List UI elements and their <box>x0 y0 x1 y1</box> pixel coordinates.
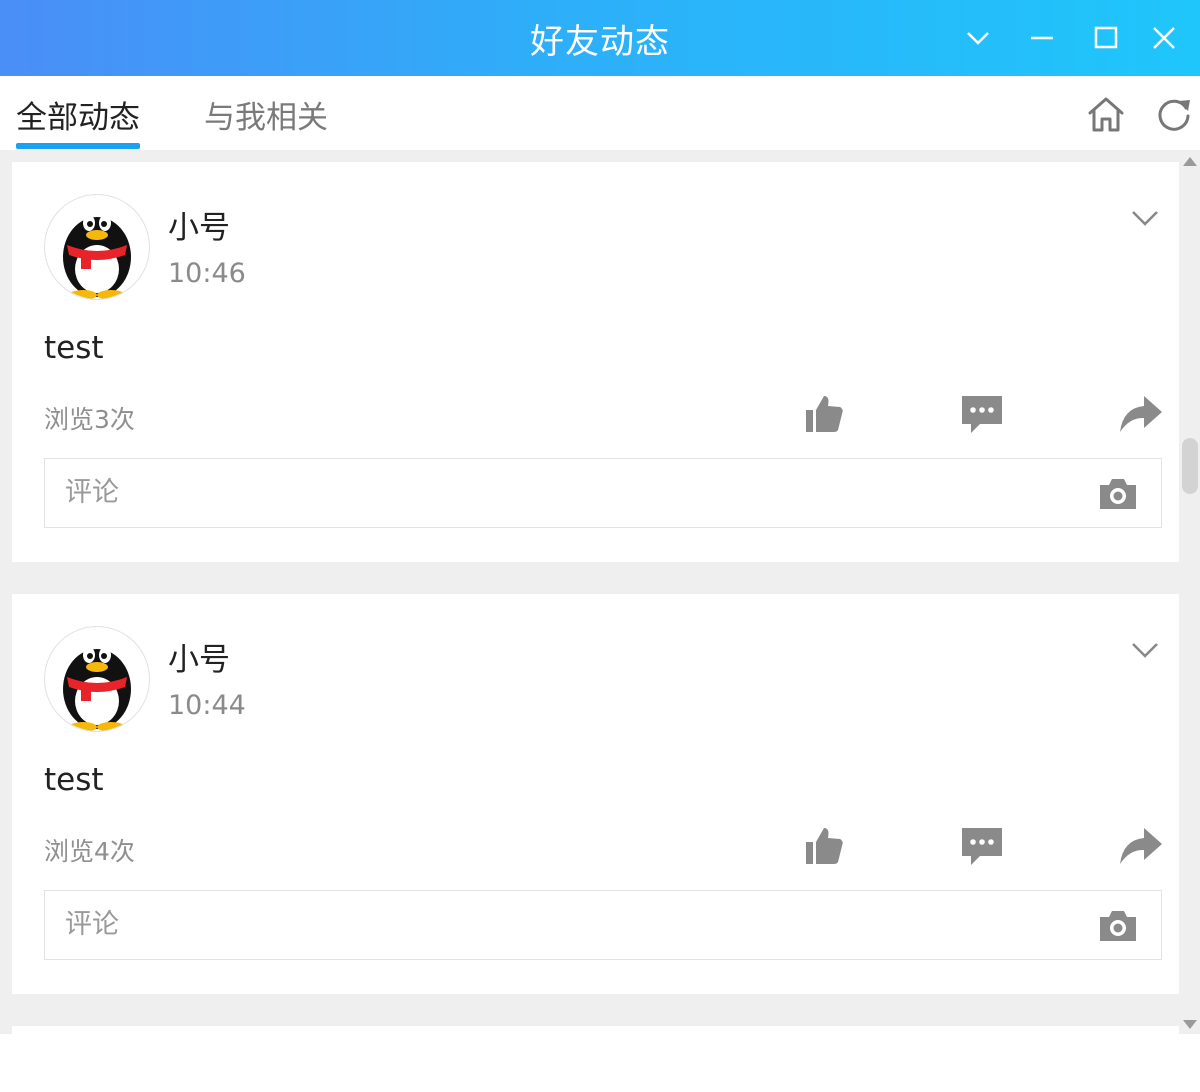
post-menu-button[interactable] <box>1125 630 1165 670</box>
tab-related-to-me[interactable]: 与我相关 <box>204 92 328 147</box>
comment-icon <box>962 396 1002 433</box>
post-content: test <box>44 330 104 366</box>
scroll-up-arrow[interactable] <box>1182 152 1198 166</box>
penguin-avatar-icon <box>63 215 131 299</box>
scrollbar[interactable] <box>1180 150 1200 1040</box>
minimize-icon <box>1031 36 1053 40</box>
camera-icon <box>1100 479 1136 509</box>
post-time: 10:44 <box>168 690 246 721</box>
title-bar: 好友动态 <box>0 0 1200 76</box>
photo-button[interactable] <box>1097 473 1139 515</box>
penguin-avatar-icon <box>63 647 131 731</box>
share-icon <box>1120 828 1162 864</box>
view-count: 浏览4次 <box>44 837 135 866</box>
comment-button[interactable] <box>958 390 1006 438</box>
comment-input[interactable] <box>45 459 1105 525</box>
refresh-button[interactable] <box>1152 92 1196 136</box>
home-icon <box>1088 97 1124 132</box>
dropdown-button[interactable] <box>956 16 1000 60</box>
comment-box <box>44 890 1162 960</box>
triangle-down-icon <box>1183 1020 1197 1029</box>
like-button[interactable] <box>800 822 848 870</box>
like-icon <box>806 828 843 864</box>
tab-all-updates[interactable]: 全部动态 <box>16 92 140 149</box>
comment-input[interactable] <box>45 891 1105 957</box>
post-username[interactable]: 小号 <box>168 202 230 247</box>
comment-button[interactable] <box>958 822 1006 870</box>
home-button[interactable] <box>1084 92 1128 136</box>
close-button[interactable] <box>1142 16 1186 60</box>
post-card: 小号 10:46 test 浏览3次 <box>12 162 1179 562</box>
refresh-icon <box>1158 99 1190 131</box>
tab-bar: 全部动态 与我相关 <box>0 76 1200 150</box>
like-button[interactable] <box>800 390 848 438</box>
like-icon <box>806 396 843 432</box>
maximize-button[interactable] <box>1084 16 1128 60</box>
photo-button[interactable] <box>1097 905 1139 947</box>
comment-box <box>44 458 1162 528</box>
avatar[interactable] <box>44 626 150 732</box>
post-content: test <box>44 762 104 798</box>
maximize-icon <box>1094 26 1118 49</box>
avatar[interactable] <box>44 194 150 300</box>
minimize-button[interactable] <box>1020 16 1064 60</box>
share-icon <box>1120 396 1162 432</box>
share-button[interactable] <box>1116 390 1164 438</box>
post-username[interactable]: 小号 <box>168 634 230 679</box>
comment-icon <box>962 828 1002 865</box>
scrollbar-thumb[interactable] <box>1182 438 1198 494</box>
post-card: 小号 10:44 test 浏览4次 <box>12 594 1179 994</box>
view-count: 浏览3次 <box>44 405 135 434</box>
share-button[interactable] <box>1116 822 1164 870</box>
chevron-down-icon <box>967 32 989 45</box>
post-menu-button[interactable] <box>1125 198 1165 238</box>
triangle-up-icon <box>1183 157 1197 166</box>
chevron-down-icon <box>1132 211 1158 226</box>
camera-icon <box>1100 911 1136 941</box>
window-bottom <box>0 1034 1200 1092</box>
chevron-down-icon <box>1132 643 1158 658</box>
feed-list: 小号 10:46 test 浏览3次 评论 小号 10:44 test 浏览4次… <box>0 150 1200 1040</box>
post-time: 10:46 <box>168 258 246 289</box>
close-icon <box>1153 27 1175 49</box>
scroll-down-arrow[interactable] <box>1182 1016 1198 1029</box>
